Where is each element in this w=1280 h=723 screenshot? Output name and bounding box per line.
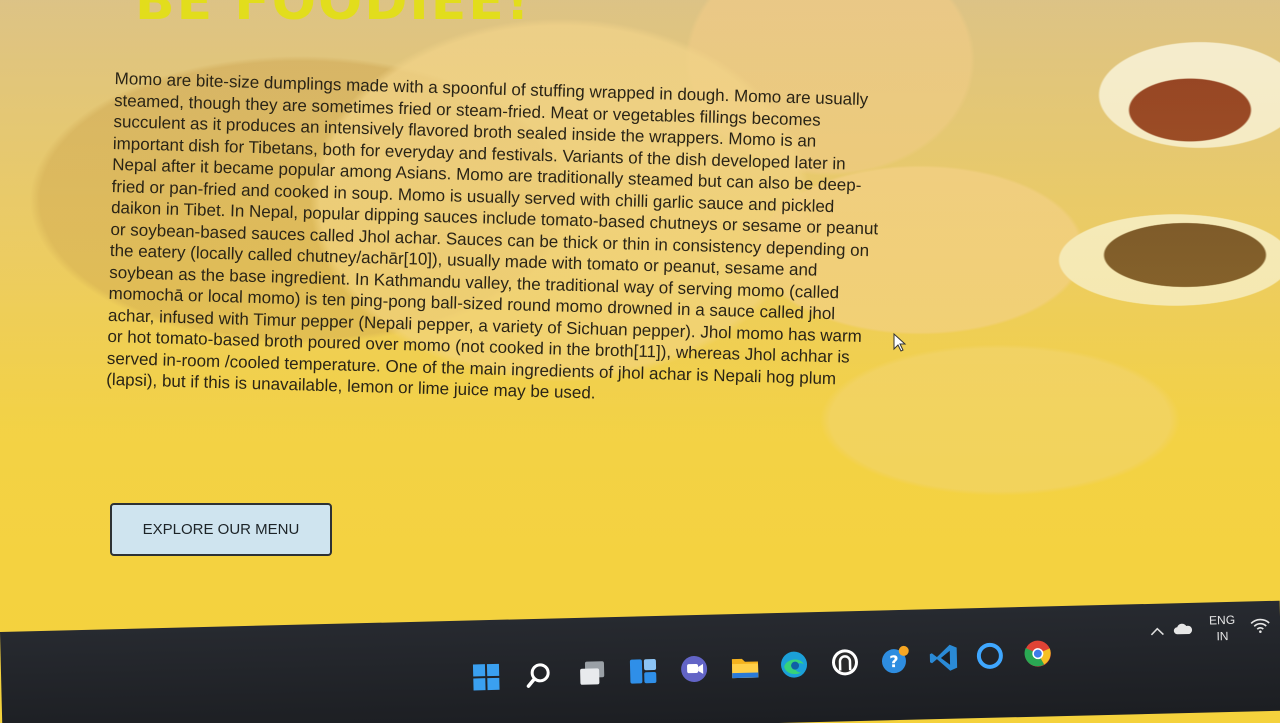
language-label: ENG [1208, 612, 1236, 628]
cloud-icon[interactable] [1173, 623, 1193, 638]
region-label: IN [1216, 628, 1229, 644]
windows-start-icon[interactable] [469, 660, 504, 695]
hero-description: Momo are bite-size dumplings made with a… [106, 68, 879, 403]
file-explorer-icon[interactable] [728, 649, 763, 684]
hero-title: BE FOODIEE! [135, 0, 532, 32]
webpage-screen: BE FOODIEE! Momo are bite-size dumplings… [0, 0, 1280, 723]
vscode-icon[interactable] [927, 641, 962, 676]
mouse-cursor [893, 332, 907, 358]
widgets-icon[interactable] [626, 654, 661, 689]
explore-menu-button[interactable]: EXPLORE OUR MENU [110, 503, 332, 556]
search-icon[interactable] [522, 658, 557, 693]
wifi-icon[interactable] [1250, 617, 1270, 636]
chrome-icon[interactable] [1020, 636, 1055, 671]
chevron-up-icon[interactable] [1150, 626, 1164, 640]
cortana-icon[interactable] [972, 638, 1007, 673]
windows-taskbar: ? ENG IN [0, 600, 1280, 723]
svg-text:?: ? [889, 652, 899, 671]
app-icon[interactable] [828, 645, 863, 680]
chat-icon[interactable] [677, 652, 712, 687]
task-view-icon[interactable] [575, 656, 610, 691]
language-indicator[interactable]: ENG IN [1202, 612, 1243, 645]
edge-icon[interactable] [777, 647, 812, 682]
help-icon[interactable]: ? [878, 643, 913, 678]
